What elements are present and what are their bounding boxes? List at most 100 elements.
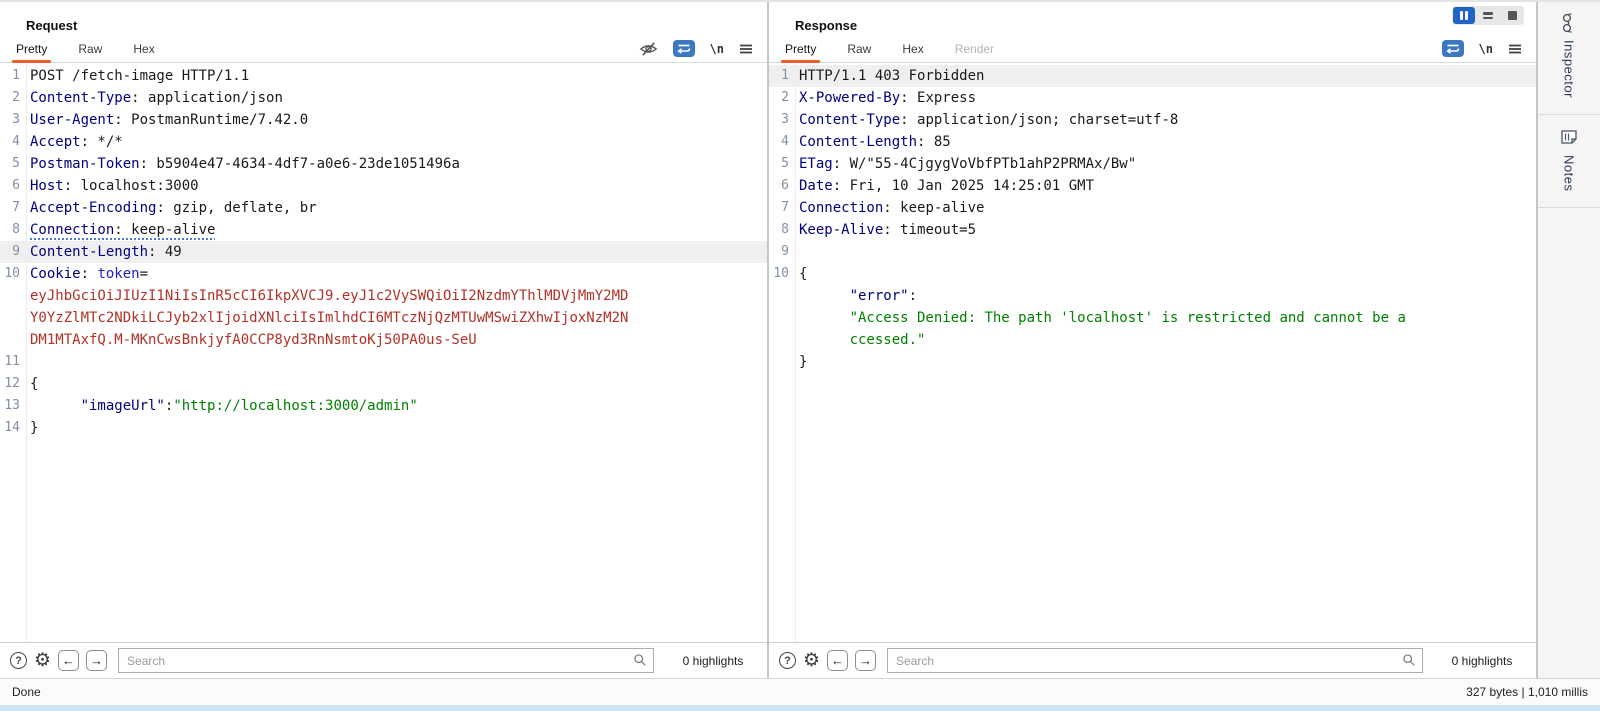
code-text: Host: localhost:3000	[26, 175, 199, 197]
response-search-wrap	[887, 648, 1423, 673]
sidebar-tab-inspector[interactable]: Inspector	[1538, 2, 1600, 115]
gear-icon[interactable]: ⚙	[803, 651, 820, 670]
line-number: 6	[769, 175, 795, 197]
code-text: Accept: */*	[26, 131, 123, 153]
line-number: 4	[0, 131, 26, 153]
prev-match-button[interactable]: ←	[58, 650, 79, 671]
show-newlines-icon[interactable]: \n	[1479, 42, 1493, 56]
request-toolbar: \n	[639, 40, 753, 62]
code-line: 3User-Agent: PostmanRuntime/7.42.0	[0, 109, 767, 131]
line-number: 9	[0, 241, 26, 263]
code-text: Cookie: token=	[26, 263, 148, 285]
response-searchbar: ? ⚙ ← → 0 highlights	[769, 642, 1536, 678]
code-text: X-Powered-By: Express	[795, 87, 976, 109]
response-title: Response	[769, 18, 1536, 33]
editor-menu-icon[interactable]	[739, 43, 753, 55]
show-newlines-icon[interactable]: \n	[710, 42, 724, 56]
code-line: 10Cookie: token=	[0, 263, 767, 285]
search-icon	[633, 653, 647, 672]
request-highlights-count: 0 highlights	[669, 654, 757, 668]
gear-icon[interactable]: ⚙	[34, 651, 51, 670]
note-icon	[1561, 130, 1577, 144]
code-text: "Access Denied: The path 'localhost' is …	[795, 307, 1406, 329]
line-number: 10	[769, 263, 795, 285]
request-tab-pretty[interactable]: Pretty	[14, 36, 49, 62]
request-tab-raw[interactable]: Raw	[76, 36, 104, 62]
code-text: Connection: keep-alive	[795, 197, 984, 219]
code-line: 6Host: localhost:3000	[0, 175, 767, 197]
code-text: Content-Type: application/json	[26, 87, 283, 109]
right-sidebar: Inspector Notes	[1538, 2, 1600, 678]
word-wrap-icon[interactable]	[1442, 40, 1464, 57]
sidebar-tab-notes[interactable]: Notes	[1538, 115, 1600, 208]
help-icon[interactable]: ?	[10, 652, 27, 669]
code-text: {	[26, 373, 38, 395]
word-wrap-icon[interactable]	[673, 40, 695, 57]
line-number: 7	[0, 197, 26, 219]
response-toolbar: \n	[1442, 40, 1522, 62]
code-text: User-Agent: PostmanRuntime/7.42.0	[26, 109, 308, 131]
line-number	[769, 351, 795, 373]
code-line: 3Content-Type: application/json; charset…	[769, 109, 1536, 131]
line-number: 2	[769, 87, 795, 109]
response-editor[interactable]: 1HTTP/1.1 403 Forbidden2X-Powered-By: Ex…	[769, 63, 1536, 642]
code-line: DM1MTAxfQ.M-MKnCwsBnkjyfA0CCP8yd3RnNsmto…	[0, 329, 767, 351]
response-search-input[interactable]	[887, 648, 1423, 673]
code-text	[795, 241, 799, 263]
code-text: HTTP/1.1 403 Forbidden	[795, 65, 984, 87]
code-text	[26, 351, 30, 373]
code-text: Connection: keep-alive	[26, 219, 215, 241]
code-line: }	[769, 351, 1536, 373]
glasses-icon	[1562, 13, 1576, 33]
code-line: 5ETag: W/"55-4CjgygVoVbfPTb1ahP2PRMAx/Bw…	[769, 153, 1536, 175]
response-tab-render[interactable]: Render	[953, 36, 996, 62]
line-number: 1	[0, 65, 26, 87]
request-search-input[interactable]	[118, 648, 654, 673]
request-header: Request Pretty Raw Hex	[0, 2, 767, 63]
editor-menu-icon[interactable]	[1508, 43, 1522, 55]
line-number: 12	[0, 373, 26, 395]
line-number: 3	[769, 109, 795, 131]
layout-single-button[interactable]	[1501, 7, 1523, 24]
response-tab-raw[interactable]: Raw	[845, 36, 873, 62]
status-metrics: 327 bytes | 1,010 millis	[1466, 685, 1588, 699]
request-tab-hex[interactable]: Hex	[131, 36, 156, 62]
repeater-window: Request Pretty Raw Hex	[0, 0, 1600, 711]
code-text: "imageUrl":"http://localhost:3000/admin"	[26, 395, 418, 417]
code-line: 9Content-Length: 49	[0, 241, 767, 263]
code-line: 11	[0, 351, 767, 373]
next-match-button[interactable]: →	[855, 650, 876, 671]
code-text: Content-Length: 49	[26, 241, 182, 263]
response-tab-pretty[interactable]: Pretty	[783, 36, 818, 62]
line-number: 7	[769, 197, 795, 219]
layout-rows-button[interactable]	[1477, 7, 1499, 24]
code-text: Content-Length: 85	[795, 131, 951, 153]
code-text: eyJhbGciOiJIUzI1NiIsInR5cCI6IkpXVCJ9.eyJ…	[26, 285, 628, 307]
line-number: 14	[0, 417, 26, 439]
code-text: Postman-Token: b5904e47-4634-4df7-a0e6-2…	[26, 153, 460, 175]
hide-eye-icon[interactable]	[639, 41, 658, 57]
line-number	[0, 285, 26, 307]
next-match-button[interactable]: →	[86, 650, 107, 671]
code-text: Content-Type: application/json; charset=…	[795, 109, 1178, 131]
line-number: 3	[0, 109, 26, 131]
request-editor[interactable]: 1POST /fetch-image HTTP/1.12Content-Type…	[0, 63, 767, 642]
code-text: "error":	[795, 285, 917, 307]
code-text: Y0YzZlMTc2NDkiLCJyb2xlIjoidXNlciIsImlhdC…	[26, 307, 628, 329]
code-line: 8Keep-Alive: timeout=5	[769, 219, 1536, 241]
code-text: POST /fetch-image HTTP/1.1	[26, 65, 249, 87]
line-number: 4	[769, 131, 795, 153]
code-line: "Access Denied: The path 'localhost' is …	[769, 307, 1536, 329]
line-number: 5	[0, 153, 26, 175]
response-highlights-count: 0 highlights	[1438, 654, 1526, 668]
response-tab-hex[interactable]: Hex	[900, 36, 925, 62]
code-line: 12{	[0, 373, 767, 395]
code-line: 5Postman-Token: b5904e47-4634-4df7-a0e6-…	[0, 153, 767, 175]
prev-match-button[interactable]: ←	[827, 650, 848, 671]
help-icon[interactable]: ?	[779, 652, 796, 669]
layout-columns-button[interactable]	[1453, 7, 1475, 24]
code-line: ccessed."	[769, 329, 1536, 351]
code-line: 4Accept: */*	[0, 131, 767, 153]
line-number: 11	[0, 351, 26, 373]
response-panel: Response Pretty Raw Hex Render	[769, 2, 1538, 678]
